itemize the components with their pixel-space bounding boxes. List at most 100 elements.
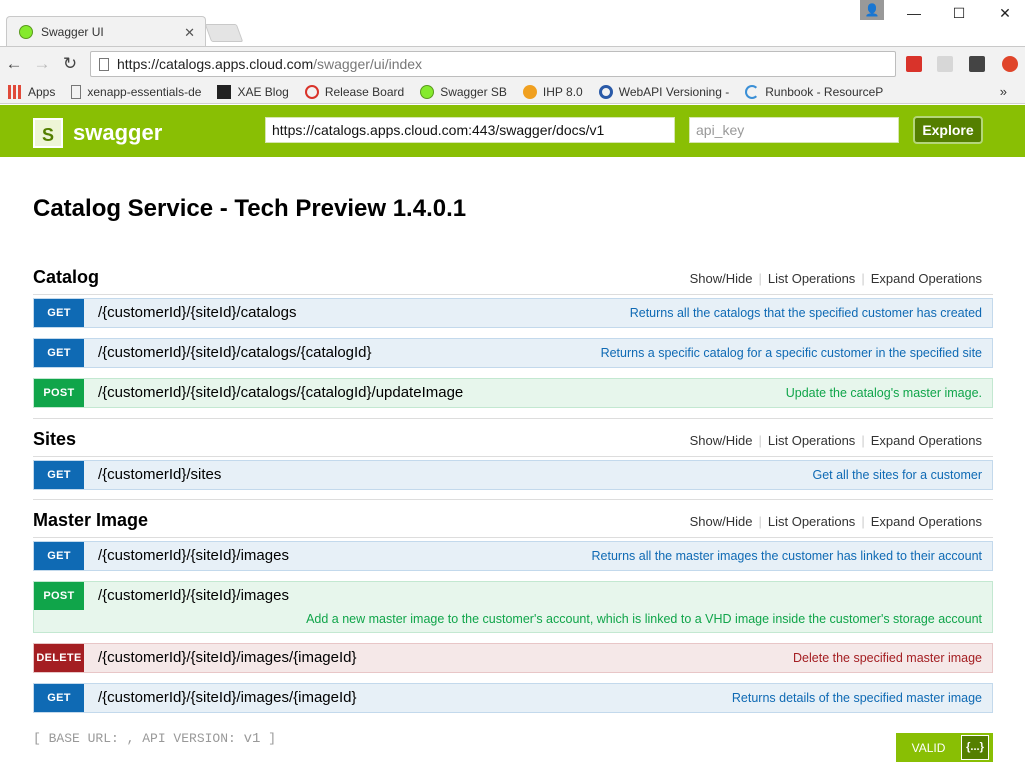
screenshot-extension-icon[interactable]: [969, 56, 985, 72]
bookmarks-overflow-icon[interactable]: »: [1000, 84, 1007, 99]
list-operations-link[interactable]: List Operations: [768, 433, 855, 448]
bookmark-xenapp[interactable]: xenapp-essentials-de: [71, 84, 201, 99]
operation-row[interactable]: GET /{customerId}/{siteId}/catalogs Retu…: [33, 298, 993, 328]
user-profile-icon[interactable]: 👤: [860, 0, 884, 20]
operation-row[interactable]: GET /{customerId}/{siteId}/catalogs/{cat…: [33, 338, 993, 368]
operation-summary[interactable]: Returns details of the specified master …: [732, 691, 982, 705]
resource-name[interactable]: Catalog: [33, 267, 99, 288]
bookmark-apps[interactable]: Apps: [8, 84, 56, 99]
operation-path[interactable]: /{customerId}/sites: [98, 466, 221, 483]
operation-summary[interactable]: Get all the sites for a customer: [812, 468, 982, 482]
url-path: /swagger/ui/index: [313, 56, 423, 72]
method-badge[interactable]: POST: [34, 582, 84, 610]
expand-operations-link[interactable]: Expand Operations: [871, 514, 982, 529]
operation-summary[interactable]: Returns all the master images the custom…: [592, 549, 982, 563]
release-board-icon: [304, 84, 319, 99]
bookmark-xae-blog[interactable]: XAE Blog: [217, 84, 289, 99]
ihp-icon: [522, 84, 537, 99]
minimize-icon[interactable]: —: [900, 2, 928, 24]
bookmark-release-board[interactable]: Release Board: [304, 84, 405, 99]
base-url-close: ]: [260, 731, 277, 746]
bookmark-ihp[interactable]: IHP 8.0: [522, 84, 583, 99]
api-version: v1: [243, 731, 261, 747]
operation-row[interactable]: GET /{customerId}/{siteId}/images/{image…: [33, 683, 993, 713]
operation-summary[interactable]: Returns all the catalogs that the specif…: [630, 306, 982, 320]
method-badge[interactable]: POST: [34, 379, 84, 407]
bookmark-label: IHP 8.0: [542, 84, 583, 99]
resource-catalog: Catalog Show/Hide | List Operations | Expa…: [33, 263, 993, 408]
page-icon: [99, 57, 109, 71]
operation-path[interactable]: /{customerId}/{siteId}/catalogs/{catalog…: [98, 344, 372, 361]
method-badge[interactable]: GET: [34, 684, 84, 712]
url-host: https://catalogs.apps.cloud.com: [117, 56, 314, 72]
maximize-icon[interactable]: ☐: [945, 2, 973, 24]
bookmark-label: WebAPI Versioning -: [618, 84, 730, 99]
browser-tab[interactable]: Swagger UI ✕: [6, 16, 206, 46]
operation-summary[interactable]: Returns a specific catalog for a specifi…: [601, 346, 982, 360]
show-hide-link[interactable]: Show/Hide: [690, 271, 753, 286]
operation-path[interactable]: /{customerId}/{siteId}/catalogs: [98, 304, 296, 321]
list-operations-link[interactable]: List Operations: [768, 514, 855, 529]
pdf-extension-icon[interactable]: [937, 56, 953, 72]
browser-titlebar: Swagger UI ✕ 👤 — ☐ ✕: [0, 0, 1025, 46]
resource-header: Catalog Show/Hide | List Operations | Expa…: [33, 263, 993, 295]
swagger-logo[interactable]: S swagger: [33, 118, 162, 148]
method-badge[interactable]: GET: [34, 299, 84, 327]
operation-summary[interactable]: Delete the specified master image: [793, 651, 982, 665]
resource-name[interactable]: Sites: [33, 429, 76, 450]
new-tab-button[interactable]: [204, 24, 244, 42]
address-bar[interactable]: https://catalogs.apps.cloud.com/swagger/…: [90, 51, 896, 77]
valid-label: VALID: [911, 740, 946, 755]
operation-row[interactable]: POST /{customerId}/{siteId}/catalogs/{ca…: [33, 378, 993, 408]
operation-row[interactable]: POST /{customerId}/{siteId}/images Add a…: [33, 581, 993, 633]
reload-icon[interactable]: ↻: [60, 54, 80, 74]
resource-header: Master Image Show/Hide | List Operations |…: [33, 506, 993, 538]
operation-summary[interactable]: Add a new master image to the customer's…: [306, 612, 982, 626]
operation-row[interactable]: GET /{customerId}/{siteId}/images Return…: [33, 541, 993, 571]
operation-path[interactable]: /{customerId}/{siteId}/images/{imageId}: [98, 649, 357, 666]
page-icon: [71, 84, 82, 99]
docs-url-input[interactable]: https://catalogs.apps.cloud.com:443/swag…: [265, 117, 675, 143]
resource-name[interactable]: Master Image: [33, 510, 148, 531]
operation-path[interactable]: /{customerId}/{siteId}/images: [98, 547, 289, 564]
operation-path[interactable]: /{customerId}/{siteId}/catalogs/{catalog…: [98, 384, 463, 401]
bookmark-swagger-sb[interactable]: Swagger SB: [420, 84, 507, 99]
swagger-header: S swagger https://catalogs.apps.cloud.co…: [0, 105, 1025, 157]
forward-icon[interactable]: →: [32, 54, 52, 74]
resource-links: Show/Hide | List Operations | Expand Opera…: [689, 514, 982, 529]
method-badge[interactable]: DELETE: [34, 644, 84, 672]
swagger-logo-text: swagger: [73, 120, 163, 145]
bookmark-label: Apps: [28, 84, 56, 99]
bookmark-label: Swagger SB: [440, 84, 507, 99]
operation-path[interactable]: /{customerId}/{siteId}/images: [98, 587, 289, 604]
operation-row[interactable]: DELETE /{customerId}/{siteId}/images/{im…: [33, 643, 993, 673]
method-badge[interactable]: GET: [34, 461, 84, 489]
base-url-text: [ BASE URL: , API VERSION:: [33, 731, 244, 746]
base-url-info: [ BASE URL: , API VERSION: v1 ]: [33, 731, 276, 747]
resource-links: Show/Hide | List Operations | Expand Opera…: [689, 433, 982, 448]
expand-operations-link[interactable]: Expand Operations: [871, 271, 982, 286]
resource-master-image: Master Image Show/Hide | List Operations |…: [33, 499, 993, 713]
back-icon[interactable]: ←: [4, 54, 24, 74]
upload-extension-icon[interactable]: [1002, 56, 1018, 72]
operation-summary[interactable]: Update the catalog's master image.: [786, 386, 982, 400]
explore-button[interactable]: Explore: [913, 116, 983, 144]
api-key-input[interactable]: api_key: [689, 117, 899, 143]
operation-row[interactable]: GET /{customerId}/sites Get all the site…: [33, 460, 993, 490]
list-operations-link[interactable]: List Operations: [768, 271, 855, 286]
show-hide-link[interactable]: Show/Hide: [690, 433, 753, 448]
validator-badge[interactable]: VALID {...}: [896, 733, 993, 762]
method-badge[interactable]: GET: [34, 542, 84, 570]
bookmark-runbook[interactable]: Runbook - ResourceP: [745, 84, 883, 99]
xae-blog-icon: [217, 84, 232, 99]
page-title: Catalog Service - Tech Preview 1.4.0.1: [33, 195, 467, 222]
lastpass-extension-icon[interactable]: [906, 56, 922, 72]
method-badge[interactable]: GET: [34, 339, 84, 367]
show-hide-link[interactable]: Show/Hide: [690, 514, 753, 529]
close-window-icon[interactable]: ✕: [991, 2, 1019, 24]
expand-operations-link[interactable]: Expand Operations: [871, 433, 982, 448]
bookmark-label: Release Board: [324, 84, 405, 99]
operation-path[interactable]: /{customerId}/{siteId}/images/{imageId}: [98, 689, 357, 706]
close-tab-icon[interactable]: ✕: [184, 25, 195, 41]
bookmark-webapi[interactable]: WebAPI Versioning -: [598, 84, 730, 99]
